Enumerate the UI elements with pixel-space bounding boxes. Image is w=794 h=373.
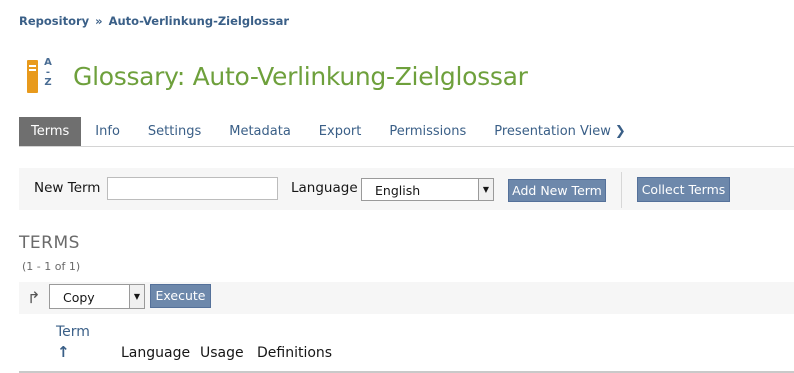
tab-presentation-view[interactable]: Presentation View ❯ — [480, 117, 640, 146]
tab-export[interactable]: Export — [305, 117, 376, 146]
action-select[interactable]: Copy ▼ — [49, 284, 145, 309]
new-term-toolbar: New Term Language English ▼ Add New Term… — [19, 168, 794, 210]
chevron-down-icon: ▼ — [129, 285, 144, 308]
tab-metadata[interactable]: Metadata — [215, 117, 305, 146]
sort-ascending-icon[interactable]: ↑ — [57, 343, 70, 361]
add-new-term-button[interactable]: Add New Term — [508, 179, 606, 202]
breadcrumb-glossary[interactable]: Auto-Verlinkung-Zielglossar — [109, 14, 289, 28]
glossary-az-icon: A-Z — [24, 58, 54, 94]
chevron-down-icon: ▼ — [478, 179, 493, 200]
tab-bar: Terms Info Settings Metadata Export Perm… — [19, 117, 794, 147]
title-row: A-Z Glossary: Auto-Verlinkung-Zielglossa… — [24, 58, 528, 94]
execute-button[interactable]: Execute — [150, 284, 211, 308]
breadcrumb-separator: » — [95, 14, 103, 28]
action-select-value: Copy — [63, 290, 95, 305]
top-strip — [0, 0, 794, 8]
tab-settings[interactable]: Settings — [134, 117, 215, 146]
page-title: Glossary: Auto-Verlinkung-Zielglossar — [73, 61, 528, 91]
tab-permissions[interactable]: Permissions — [375, 117, 480, 146]
column-header-language: Language — [121, 345, 191, 361]
chevron-right-icon: ❯ — [614, 124, 626, 139]
tab-presentation-view-label: Presentation View — [494, 124, 611, 139]
language-select[interactable]: English ▼ — [361, 178, 494, 201]
tab-terms[interactable]: Terms — [19, 117, 82, 146]
column-header-usage: Usage — [200, 345, 244, 361]
breadcrumb-repository[interactable]: Repository — [19, 14, 89, 28]
arrow-turn-right-icon: ↱ — [27, 288, 41, 307]
toolbar-divider — [621, 172, 622, 208]
terms-count: (1 - 1 of 1) — [22, 260, 81, 273]
tab-info[interactable]: Info — [81, 117, 134, 146]
terms-heading: TERMS — [19, 233, 80, 253]
language-label: Language — [291, 180, 358, 196]
table-header-row: Term ↑ Language Usage Definitions — [19, 314, 794, 373]
table-action-bar: ↱ Copy ▼ Execute — [19, 282, 794, 314]
breadcrumb: Repository » Auto-Verlinkung-Zielglossar — [19, 14, 289, 28]
collect-terms-button[interactable]: Collect Terms — [637, 177, 730, 202]
new-term-input[interactable] — [107, 177, 278, 200]
language-select-value: English — [375, 183, 421, 198]
column-header-term[interactable]: Term — [56, 324, 90, 340]
new-term-label: New Term — [34, 180, 101, 196]
column-header-definitions: Definitions — [257, 345, 333, 361]
